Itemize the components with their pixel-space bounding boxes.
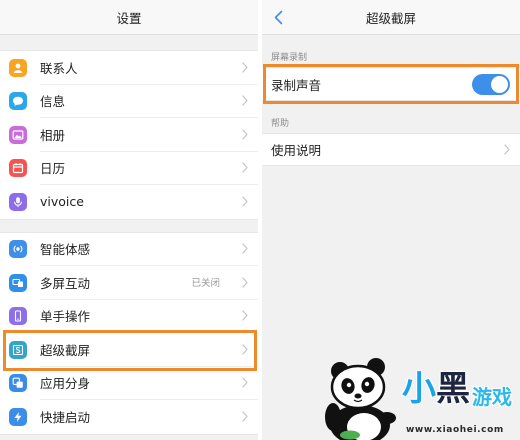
settings-item-calendar[interactable]: 日历	[0, 151, 258, 185]
calendar-icon	[9, 159, 27, 178]
settings-screen: 设置 联系人 信息 相册 日历 vivoice 智能体感 多屏互动 已关闭 单手…	[0, 0, 258, 440]
panda-mascot-icon	[325, 358, 396, 440]
settings-item-motion-sense[interactable]: 智能体感	[0, 232, 258, 266]
back-button[interactable]	[271, 8, 285, 27]
album-icon	[9, 125, 27, 144]
row-content: 智能体感	[40, 233, 258, 266]
settings-group-apps: 联系人 信息 相册 日历 vivoice	[0, 50, 258, 220]
settings-item-super-screenshot[interactable]: 超级截屏	[0, 333, 258, 367]
settings-item-label: 日历	[40, 161, 66, 177]
settings-item-label: 快捷启动	[40, 410, 91, 426]
brand-part: 小	[402, 369, 436, 409]
motion-sense-icon	[9, 240, 27, 259]
settings-item-label: 联系人	[40, 60, 78, 76]
chevron-right-icon	[242, 129, 248, 140]
chevron-right-icon	[242, 344, 248, 355]
row-content: 相册	[40, 118, 258, 152]
chevron-right-icon	[242, 62, 248, 73]
quick-launch-icon	[9, 407, 27, 426]
brand-part: 黑	[436, 369, 470, 409]
row-content: 超级截屏	[40, 333, 258, 367]
settings-item-label: vivoice	[40, 194, 84, 210]
section-header-screen-recording: 屏幕录制	[271, 53, 308, 63]
settings-item-album[interactable]: 相册	[0, 118, 258, 152]
contacts-icon	[9, 58, 27, 77]
chevron-right-icon	[242, 411, 248, 422]
chevron-right-icon	[504, 144, 510, 155]
record-audio-toggle[interactable]	[472, 73, 510, 95]
watermark-logo: 小 黑 游戏 www.xiaohei.com	[320, 355, 520, 440]
chevron-right-icon	[242, 277, 248, 288]
settings-item-label: 智能体感	[40, 242, 91, 258]
settings-item-multi-screen[interactable]: 多屏互动 已关闭	[0, 266, 258, 300]
status-value: 已关闭	[191, 278, 220, 290]
setting-label: 使用说明	[271, 143, 322, 158]
row-content: 快捷启动	[40, 400, 258, 434]
chevron-right-icon	[242, 95, 248, 106]
chevron-right-icon	[242, 377, 248, 388]
app-clone-icon	[9, 374, 27, 393]
super-screenshot-icon	[9, 340, 27, 359]
settings-item-messages[interactable]: 信息	[0, 84, 258, 118]
row-content: 单手操作	[40, 300, 258, 333]
chevron-right-icon	[242, 196, 248, 207]
settings-item-label: 应用分身	[40, 376, 91, 392]
brand-wordmark: 小 黑 游戏	[402, 369, 512, 410]
page-title: 超级截屏	[365, 10, 416, 26]
header-bar: 设置	[0, 0, 258, 35]
messages-icon	[9, 92, 27, 111]
settings-group-features: 智能体感 多屏互动 已关闭 单手操作 超级截屏 应用分身 快捷启动	[0, 231, 258, 435]
settings-item-app-clone[interactable]: 应用分身	[0, 366, 258, 400]
toggle-knob	[491, 75, 508, 93]
settings-item-contacts[interactable]: 联系人	[0, 51, 258, 85]
settings-item-label: 信息	[40, 94, 66, 110]
row-content: 联系人	[40, 51, 258, 85]
one-hand-icon	[9, 307, 27, 326]
multi-screen-icon	[9, 273, 27, 292]
settings-item-label: 多屏互动	[40, 275, 91, 291]
chevron-right-icon	[242, 162, 248, 173]
row-content: vivoice	[40, 185, 258, 219]
row-content: 多屏互动 已关闭	[40, 266, 258, 300]
row-content: 日历	[40, 152, 258, 185]
chevron-left-icon	[274, 10, 282, 25]
panda-head	[330, 364, 386, 410]
setting-row-usage-guide[interactable]: 使用说明	[262, 133, 520, 166]
setting-row-record-audio: 录制声音	[262, 67, 520, 101]
settings-item-label: 相册	[40, 127, 66, 143]
chevron-right-icon	[242, 243, 248, 254]
settings-item-label: 超级截屏	[40, 342, 91, 358]
page-title: 设置	[116, 10, 142, 26]
row-content: 信息	[40, 85, 258, 118]
setting-label: 录制声音	[271, 77, 322, 93]
settings-item-vivoice[interactable]: vivoice	[0, 185, 258, 219]
row-content: 应用分身	[40, 367, 258, 400]
chevron-right-icon	[242, 310, 248, 321]
brand-url: www.xiaohei.com	[406, 425, 504, 435]
section-header-help: 帮助	[271, 119, 290, 129]
header-bar: 超级截屏	[262, 0, 520, 35]
settings-item-one-hand[interactable]: 单手操作	[0, 299, 258, 333]
settings-item-quick-launch[interactable]: 快捷启动	[0, 400, 258, 434]
brand-part: 游戏	[472, 385, 512, 410]
settings-item-label: 单手操作	[40, 309, 91, 325]
microphone-icon	[9, 192, 27, 211]
